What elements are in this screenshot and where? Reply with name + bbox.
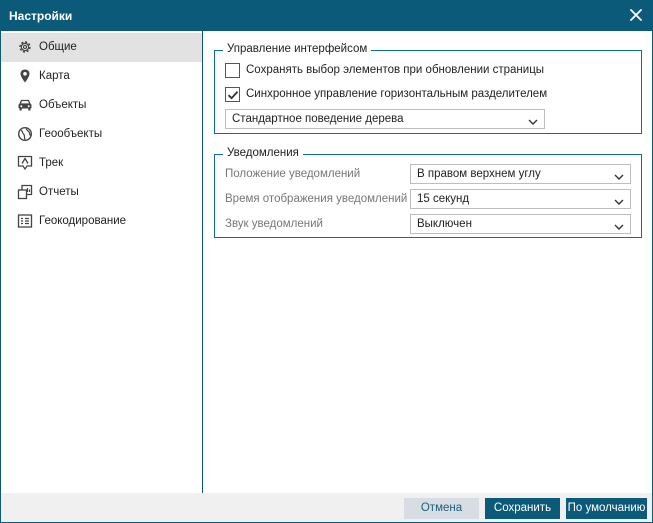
save-selection-row[interactable]: Сохранять выбор элементов при обновлении… xyxy=(225,63,625,79)
map-pin-icon xyxy=(17,68,33,84)
settings-content: Управление интерфейсом Сохранять выбор э… xyxy=(204,31,652,493)
close-icon[interactable] xyxy=(628,7,644,23)
interface-group-legend: Управление интерфейсом xyxy=(223,43,372,55)
gear-icon xyxy=(17,39,33,55)
globe-icon xyxy=(17,126,33,142)
sync-splitter-row[interactable]: Синхронное управление горизонтальным раз… xyxy=(225,87,625,103)
notifications-group: Уведомления Положение уведомлений В прав… xyxy=(214,147,642,238)
sync-splitter-label: Синхронное управление горизонтальным раз… xyxy=(246,88,548,100)
notification-sound-select[interactable]: Выключен xyxy=(410,214,631,234)
cancel-button[interactable]: Отмена xyxy=(404,498,479,519)
notification-time-label: Время отображения уведомлений xyxy=(225,193,408,205)
sidebar-item-label: Геокодирование xyxy=(39,215,127,227)
notification-time-select[interactable]: 15 секунд xyxy=(410,189,631,209)
track-icon xyxy=(17,155,33,171)
save-selection-label: Сохранять выбор элементов при обновлении… xyxy=(246,64,545,76)
sidebar-item-label: Карта xyxy=(39,70,70,82)
sidebar-item-geoobjects[interactable]: Геообъекты xyxy=(1,120,202,149)
notification-position-label: Положение уведомлений xyxy=(225,168,361,180)
notification-time-value: 15 секунд xyxy=(417,193,470,205)
sidebar-item-objects[interactable]: Объекты xyxy=(1,91,202,120)
sidebar-item-label: Трек xyxy=(39,157,64,169)
car-icon xyxy=(17,97,33,113)
save-selection-checkbox[interactable] xyxy=(225,63,240,78)
chevron-down-icon xyxy=(614,220,624,230)
sidebar-item-label: Отчеты xyxy=(39,186,79,198)
notification-sound-value: Выключен xyxy=(417,218,472,230)
notifications-group-legend: Уведомления xyxy=(223,147,303,159)
chevron-down-icon xyxy=(614,170,624,180)
interface-group: Управление интерфейсом Сохранять выбор э… xyxy=(214,43,642,134)
notification-position-value: В правом верхнем углу xyxy=(417,168,541,180)
settings-sidebar: Общие Карта Объекты Геообъекты Трек Отче… xyxy=(1,31,203,493)
sidebar-item-label: Объекты xyxy=(39,99,87,111)
sidebar-item-label: Геообъекты xyxy=(39,128,103,140)
sync-splitter-checkbox[interactable] xyxy=(225,87,240,102)
tree-behavior-value: Стандартное поведение дерева xyxy=(232,113,404,125)
settings-dialog: Настройки Общие Карта Объекты Геообъекты… xyxy=(0,0,653,523)
reports-icon xyxy=(17,184,33,200)
sidebar-item-track[interactable]: Трек xyxy=(1,149,202,178)
notification-position-select[interactable]: В правом верхнем углу xyxy=(410,164,631,184)
tree-behavior-select[interactable]: Стандартное поведение дерева xyxy=(225,109,545,129)
geocoding-icon xyxy=(17,213,33,229)
restore-defaults-button[interactable]: По умолчанию xyxy=(566,498,647,519)
sidebar-item-general[interactable]: Общие xyxy=(1,33,202,62)
sidebar-item-map[interactable]: Карта xyxy=(1,62,202,91)
save-button[interactable]: Сохранить xyxy=(485,498,560,519)
sidebar-item-label: Общие xyxy=(39,41,77,53)
dialog-footer: Отмена Сохранить По умолчанию xyxy=(1,493,652,522)
checkmark-icon xyxy=(227,91,239,100)
sidebar-item-geocoding[interactable]: Геокодирование xyxy=(1,207,202,236)
notification-sound-label: Звук уведомлений xyxy=(225,218,323,230)
chevron-down-icon xyxy=(614,195,624,205)
chevron-down-icon xyxy=(528,115,538,125)
dialog-title: Настройки xyxy=(9,9,73,23)
sidebar-item-reports[interactable]: Отчеты xyxy=(1,178,202,207)
title-bar[interactable]: Настройки xyxy=(1,1,652,31)
